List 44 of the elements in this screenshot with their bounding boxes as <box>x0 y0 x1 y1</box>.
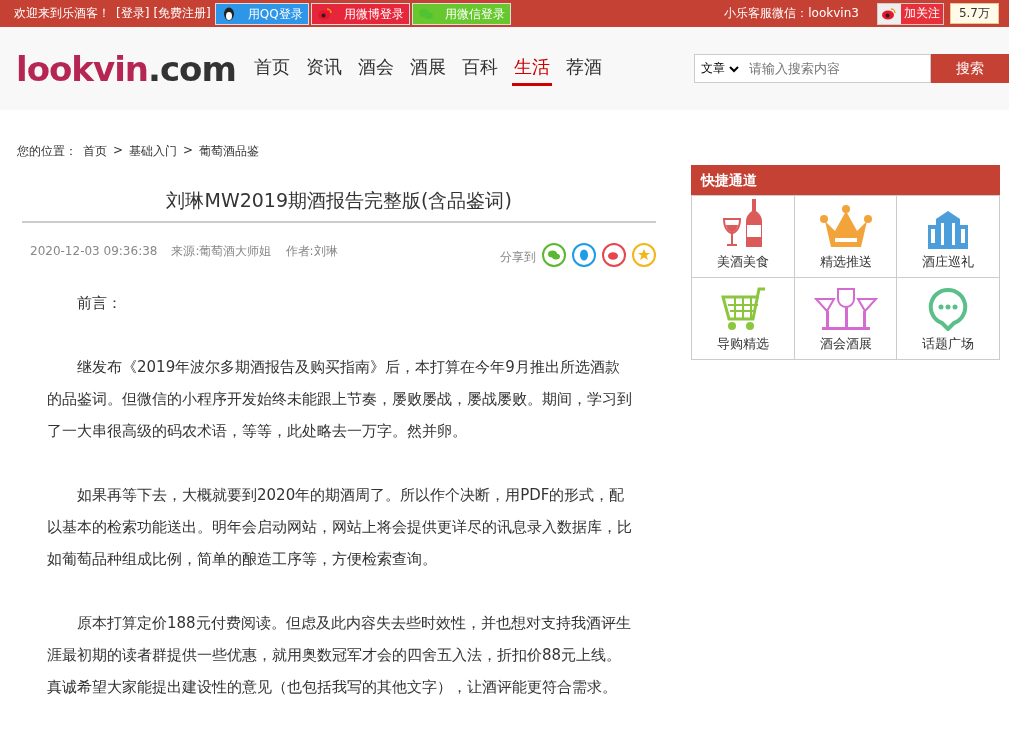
article-paragraph: 如果再等下去，大概就要到2020年的期酒周了。所以作个决断，用PDF的形式，配以基本的检索功能送出。明年会启动网站，网站上将会提供更详尽的讯息录入数据库，比如葡萄品种组成比例，简单的酿造工序等，方便检索查询。 <box>47 485 633 570</box>
breadcrumb-link[interactable]: 葡萄酒品鉴 <box>199 143 260 160</box>
quick-link-tile[interactable]: 精选推送 <box>794 196 898 278</box>
register-link[interactable]: [免费注册] <box>153 5 211 22</box>
share-label: 分享到 <box>500 248 537 266</box>
quick-link-label: 话题广场 <box>922 335 975 353</box>
social-login-button[interactable]: 用微博登录 <box>310 2 410 25</box>
nav-link[interactable]: 资讯 <box>303 51 344 86</box>
publish-date: 2020-12-03 09:36:38 <box>30 244 158 258</box>
breadcrumb-separator: > <box>113 143 124 159</box>
site-logo[interactable]: lookvin.com <box>16 48 236 89</box>
nav-link[interactable]: 首页 <box>251 51 292 86</box>
welcome-text: 欢迎来到乐酒客！ <box>14 5 110 22</box>
article-paragraph: 前言： <box>76 293 123 314</box>
quick-link-tile[interactable]: 酒庄巡礼 <box>897 196 1000 278</box>
quick-link-label: 酒庄巡礼 <box>922 253 975 271</box>
nav-link[interactable]: 荐酒 <box>563 51 604 86</box>
login-link[interactable]: [登录] <box>116 5 150 22</box>
article-title: 刘琳MW2019期酒报告完整版(含品鉴词) <box>22 188 657 223</box>
quick-links-header: 快捷通道 <box>691 165 1000 195</box>
breadcrumb-link[interactable]: 基础入门 <box>129 143 178 160</box>
quick-link-label: 美酒美食 <box>717 253 770 271</box>
follower-count: 5.7万 <box>949 3 999 24</box>
article-paragraph: 原本打算定价188元付费阅读。但虑及此内容失去些时效性，并也想对支持我酒评生涯最初期的读者群提供一些优惠，就用奥数冠军才会的四舍五入法，折扣价88元上线。真诚希望大家能提出建设性的意见（也包括我写的其他文字），让酒评能更符合需求。 <box>47 613 632 698</box>
nav-link[interactable]: 百科 <box>459 51 500 86</box>
article-source: 来源:葡萄酒大师姐 <box>171 242 272 260</box>
article-paragraph: 继发布《2019年波尔多期酒报告及购买指南》后，本打算在今年9月推出所选酒款的品鉴词。但微信的小程序开发始终未能跟上节奏，屡败屡战，屡战屡败。期间，学习到了一大串很高级的码农术语，等等，此处略去一万字。然并卵。 <box>47 357 633 442</box>
nav-link[interactable]: 酒会 <box>355 51 396 86</box>
article-author: 作者:刘琳 <box>285 242 338 260</box>
breadcrumb-label: 您的位置： <box>17 143 77 160</box>
search-button[interactable]: 搜索 <box>931 54 1009 83</box>
quick-link-label: 精选推送 <box>819 253 872 271</box>
quick-link-tile[interactable]: 话题广场 <box>897 278 1000 360</box>
quick-link-label: 酒会酒展 <box>819 335 872 353</box>
service-wechat-text: 小乐客服微信：lookvin3 <box>724 5 859 22</box>
breadcrumb-link[interactable]: 首页 <box>83 143 107 160</box>
nav-link[interactable]: 生活 <box>511 51 552 86</box>
nav-link[interactable]: 酒展 <box>407 51 448 86</box>
quick-link-tile[interactable]: 美酒美食 <box>692 196 795 278</box>
quick-link-tile[interactable]: 导购精选 <box>692 278 795 360</box>
quick-link-tile[interactable]: 酒会酒展 <box>794 278 898 360</box>
follow-button[interactable]: 加关注 <box>876 2 944 25</box>
quick-link-label: 导购精选 <box>717 335 770 353</box>
breadcrumb-separator: > <box>183 143 194 159</box>
